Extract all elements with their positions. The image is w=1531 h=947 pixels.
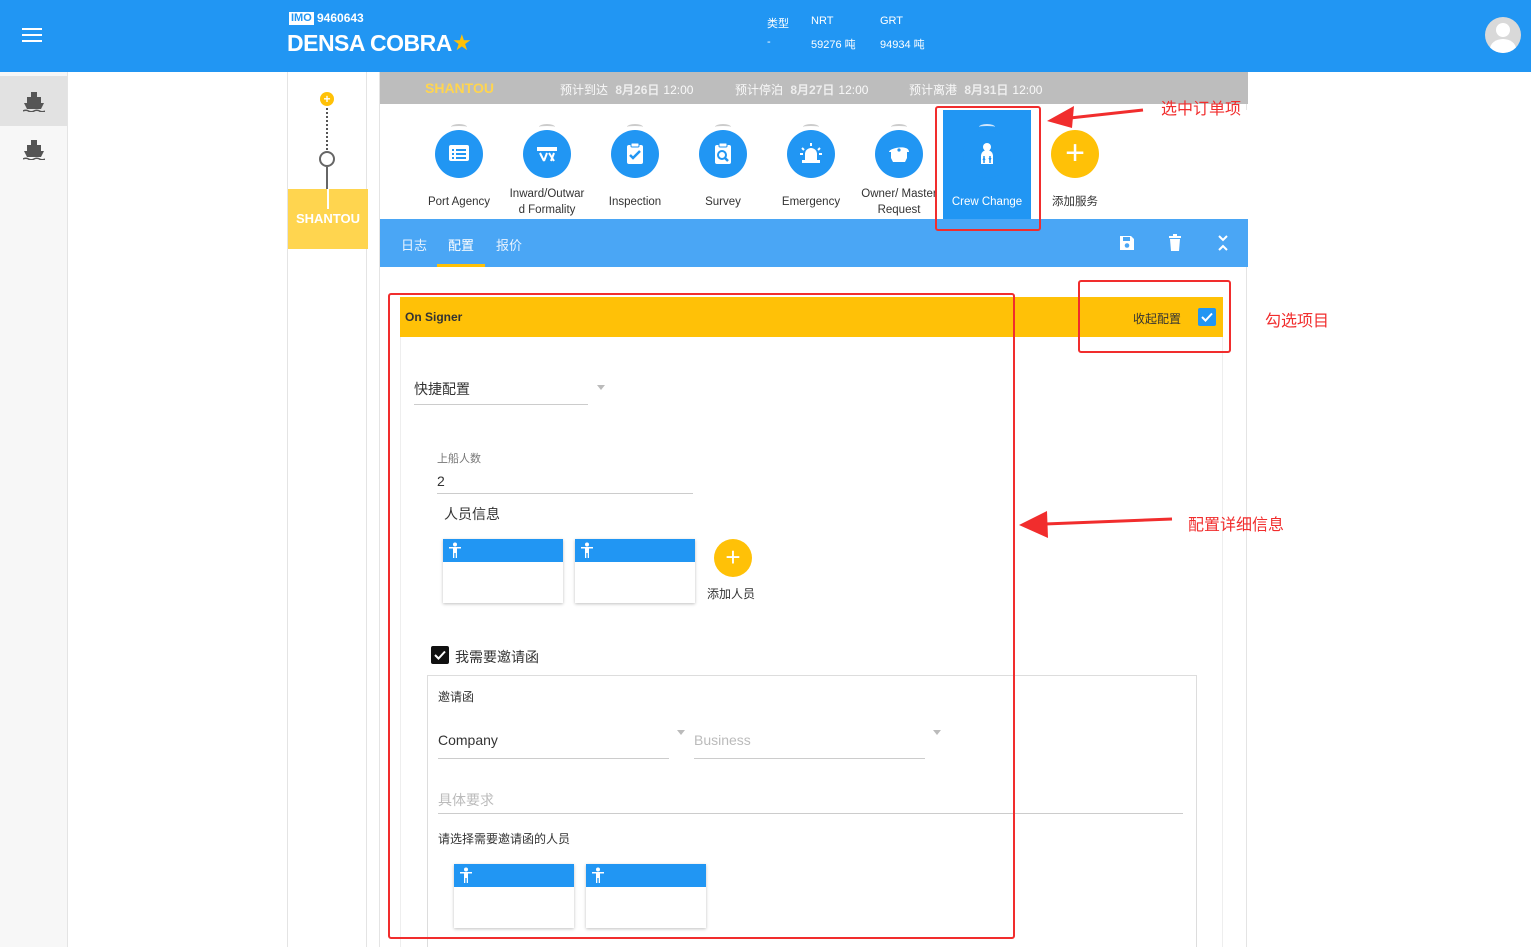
annotation-check-item: 勾选项目 (1265, 313, 1330, 330)
annotation-selected-order: 选中订单项 (1161, 101, 1242, 118)
arrow-icon (1047, 106, 1144, 128)
arrow-icon (1019, 511, 1173, 538)
annotation-arrows (1019, 106, 1173, 538)
annotation-config-details: 配置详细信息 (1188, 517, 1285, 534)
